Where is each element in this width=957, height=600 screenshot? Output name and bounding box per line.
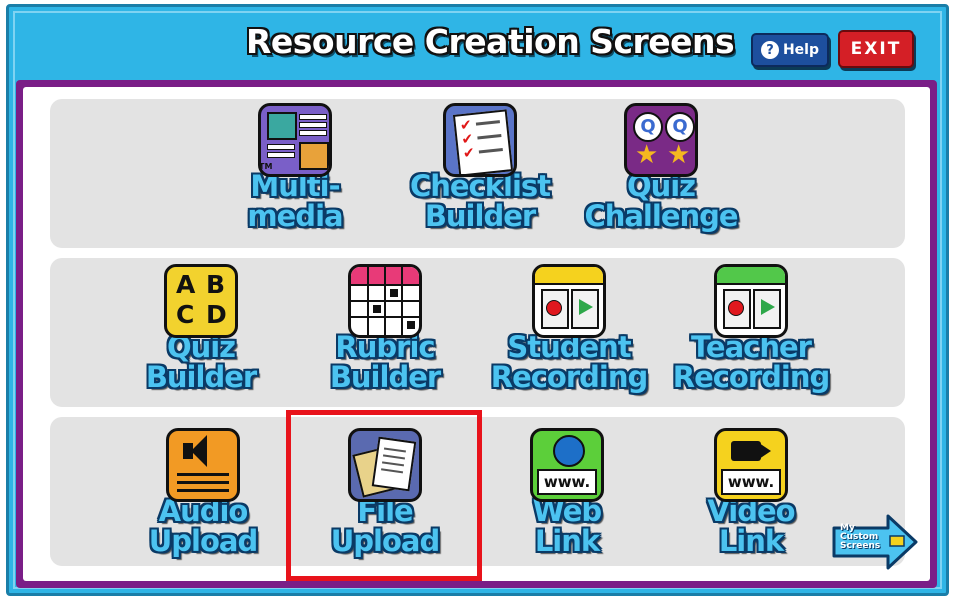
tile-label: Checklist Builder [409, 169, 551, 233]
tile-video-link[interactable]: www. Video Link [666, 428, 836, 556]
tile-label: Quiz Challenge [584, 169, 738, 233]
audio-upload-icon [166, 428, 240, 502]
tile-label: Web Link [532, 494, 602, 558]
selection-highlight [286, 410, 482, 581]
tile-multimedia[interactable]: TM Multi-media [210, 103, 380, 231]
tile-quiz-challenge[interactable]: Q Q ★ ★ Quiz Challenge [576, 103, 746, 231]
student-recording-icon [532, 264, 606, 338]
video-link-icon: www. [714, 428, 788, 502]
tile-label: Audio Upload [148, 494, 259, 558]
tile-student-recording[interactable]: Student Recording [484, 264, 654, 392]
tile-label: Student Recording [490, 330, 649, 394]
video-camera-icon [731, 441, 761, 461]
my-custom-screens-button[interactable]: My Custom Screens [832, 514, 918, 570]
web-link-icon: www. [530, 428, 604, 502]
tile-web-link[interactable]: www. Web Link [482, 428, 652, 556]
quiz-challenge-icon: Q Q ★ ★ [624, 103, 698, 177]
tile-checklist-builder[interactable]: ✔ ✔ ✔ Checklist Builder [395, 103, 565, 231]
help-label: Help [782, 42, 820, 58]
tile-label: Teacher Recording [672, 330, 831, 394]
tile-teacher-recording[interactable]: Teacher Recording [666, 264, 836, 392]
exit-button[interactable]: EXIT [838, 30, 914, 68]
multimedia-icon: TM [258, 103, 332, 177]
tile-label: Rubric Builder [329, 330, 441, 394]
trademark-mark: TM [259, 162, 273, 171]
checklist-icon: ✔ ✔ ✔ [443, 103, 517, 177]
star-icon: ★ [635, 140, 659, 170]
page-title: Resource Creation Screens [246, 22, 735, 61]
help-button[interactable]: ? Help [751, 33, 829, 67]
abcd-icon: A B C D [164, 264, 238, 338]
tile-label: Quiz Builder [145, 330, 257, 394]
rubric-grid-icon [348, 264, 422, 338]
tile-label: Multi-media [247, 169, 343, 233]
tile-rubric-builder[interactable]: Rubric Builder [300, 264, 470, 392]
tile-quiz-builder[interactable]: A B C D Quiz Builder [116, 264, 286, 392]
globe-icon [553, 435, 585, 467]
tile-audio-upload[interactable]: Audio Upload [118, 428, 288, 556]
tile-label: Video Link [707, 494, 795, 558]
star-icon: ★ [667, 140, 691, 170]
custom-screens-label: My Custom Screens [840, 523, 881, 551]
question-icon: ? [760, 41, 779, 59]
teacher-recording-icon [714, 264, 788, 338]
